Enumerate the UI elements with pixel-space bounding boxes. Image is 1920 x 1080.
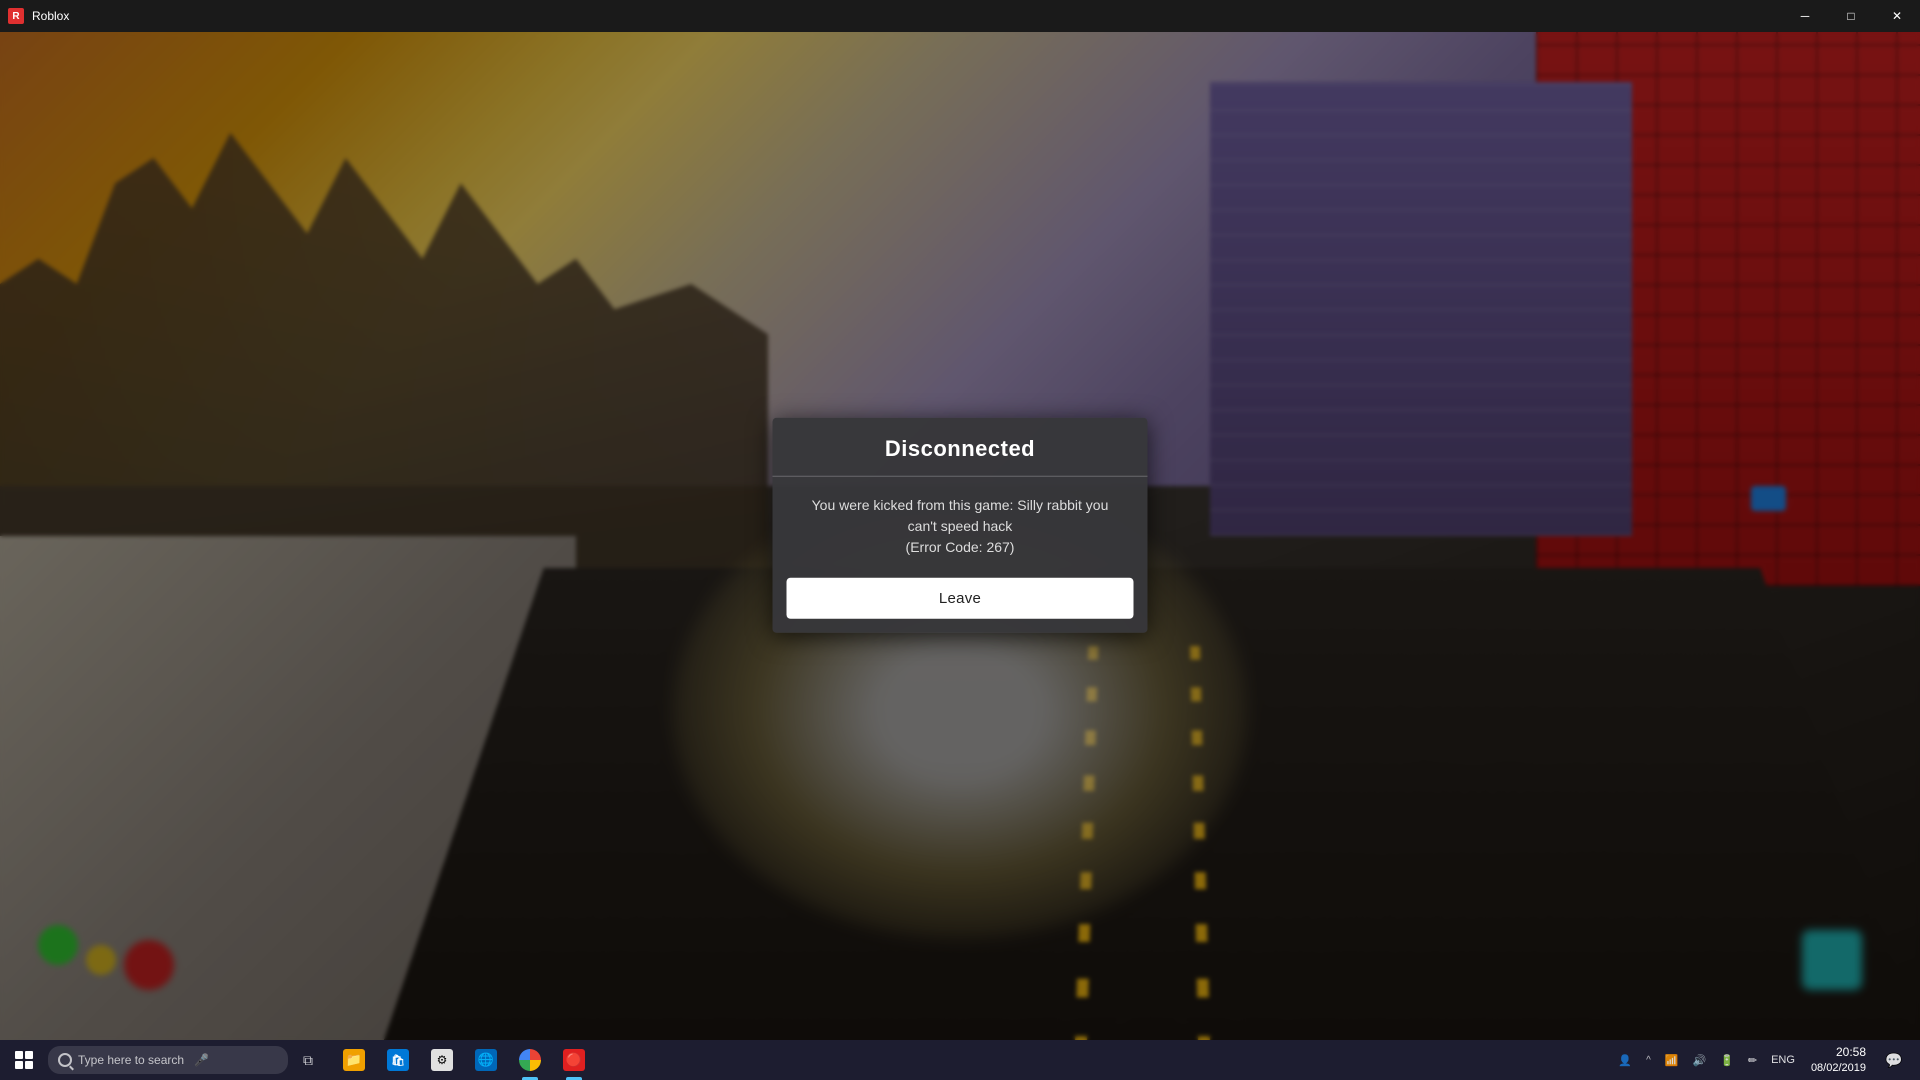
taskbar-app-roblox[interactable]: ⚙ [420,1040,464,1080]
search-bar[interactable]: Type here to search 🎤 [48,1046,288,1074]
titlebar-left: R Roblox [0,8,69,24]
taskbar-apps: 📁 🛍 ⚙ 🌐 ● 🔴 [332,1040,596,1080]
microphone-icon: 🎤 [194,1053,209,1067]
taskbar-app-roblox2[interactable]: 🔴 [552,1040,596,1080]
start-button[interactable] [0,1040,48,1080]
minimize-button[interactable]: ─ [1782,0,1828,32]
dialog-message-line1: You were kicked from this game: Silly ra… [812,497,1109,513]
clock-date: 08/02/2019 [1811,1061,1866,1075]
disconnected-dialog: Disconnected You were kicked from this g… [773,418,1148,633]
file-explorer-icon: 📁 [343,1049,365,1071]
taskbar: Type here to search 🎤 ⧉ 📁 🛍 ⚙ 🌐 ● 🔴 👤 ^ … [0,1040,1920,1080]
title-bar: R Roblox ─ □ ✕ [0,0,1920,32]
network-icon[interactable]: 📶 [1659,1040,1685,1080]
notification-icon: 💬 [1885,1052,1902,1069]
search-placeholder-text: Type here to search [78,1053,184,1067]
taskbar-app-file-explorer[interactable]: 📁 [332,1040,376,1080]
dialog-header: Disconnected [773,418,1148,477]
chrome-icon: ● [519,1049,541,1071]
taskbar-app-edge[interactable]: 🌐 [464,1040,508,1080]
pencil-icon[interactable]: ✏ [1742,1040,1763,1080]
edge-icon: 🌐 [475,1049,497,1071]
dialog-body: You were kicked from this game: Silly ra… [773,477,1148,574]
volume-icon[interactable]: 🔊 [1686,1040,1712,1080]
close-button[interactable]: ✕ [1874,0,1920,32]
task-view-icon: ⧉ [303,1052,313,1069]
game-background: Disconnected You were kicked from this g… [0,32,1920,1040]
people-icon[interactable]: 👤 [1612,1040,1638,1080]
dialog-footer: Leave [773,574,1148,633]
taskbar-app-chrome[interactable]: ● [508,1040,552,1080]
language-label[interactable]: ENG [1765,1040,1801,1080]
leave-button[interactable]: Leave [787,578,1134,619]
dialog-title: Disconnected [885,436,1035,461]
clock-time: 20:58 [1836,1045,1866,1061]
tray-chevron[interactable]: ^ [1640,1040,1657,1080]
clock-area[interactable]: 20:58 08/02/2019 [1803,1045,1874,1075]
search-icon [58,1053,72,1067]
maximize-button[interactable]: □ [1828,0,1874,32]
battery-icon[interactable]: 🔋 [1714,1040,1740,1080]
notification-button[interactable]: 💬 [1876,1040,1912,1080]
roblox-taskbar-icon: ⚙ [431,1049,453,1071]
titlebar-controls: ─ □ ✕ [1782,0,1920,32]
dialog-message-line3: (Error Code: 267) [906,539,1015,555]
dialog-message-line2: can't speed hack [908,518,1013,534]
taskbar-app-store[interactable]: 🛍 [376,1040,420,1080]
system-tray: 👤 ^ 📶 🔊 🔋 ✏ ENG 20:58 08/02/2019 💬 [1612,1040,1920,1080]
dialog-message: You were kicked from this game: Silly ra… [797,495,1124,558]
store-icon: 🛍 [387,1049,409,1071]
window-title: Roblox [32,9,69,23]
roblox-logo-icon: R [8,8,24,24]
roblox-icon: 🔴 [563,1049,585,1071]
task-view-button[interactable]: ⧉ [288,1040,328,1080]
windows-logo-icon [15,1051,33,1069]
